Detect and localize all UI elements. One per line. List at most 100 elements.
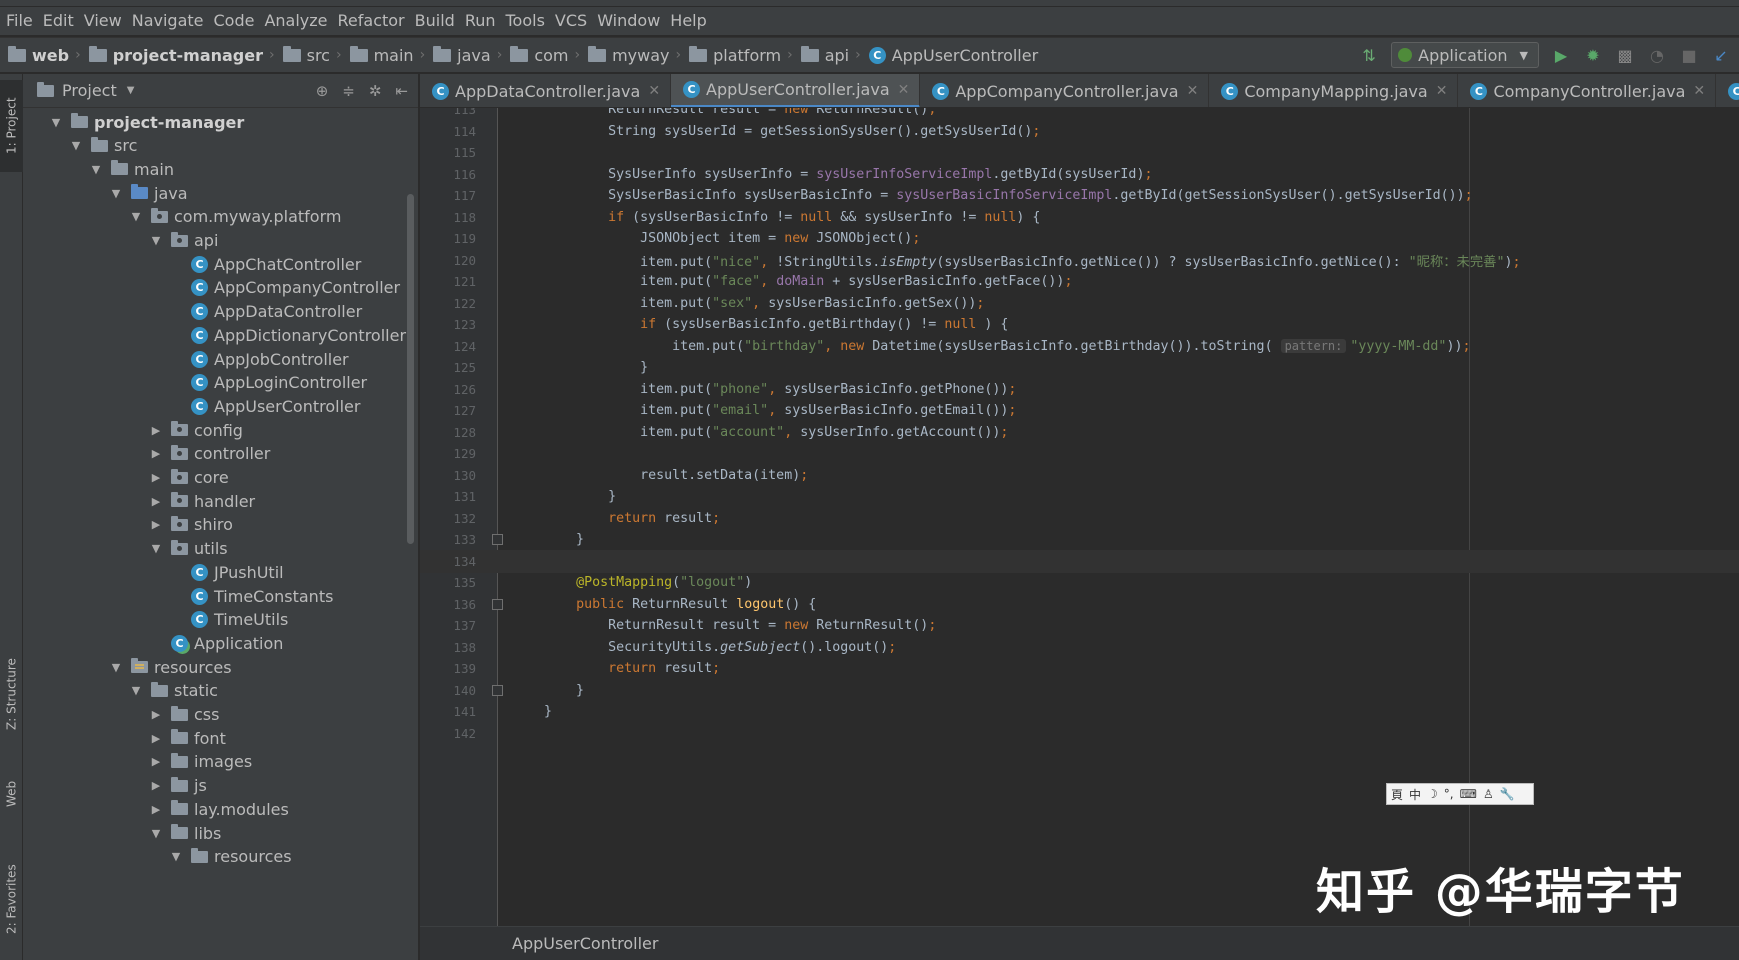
tree-node[interactable]: ▼ resources [169, 844, 292, 870]
nav-crumb[interactable]: main › [349, 45, 434, 65]
code-line[interactable]: 137 ReturnResult result = new ReturnResu… [420, 614, 936, 638]
tree-node[interactable]: ▶ css [149, 702, 220, 728]
web-tool-tab[interactable]: Web [0, 764, 23, 824]
locate-icon[interactable]: ⊕ [316, 82, 329, 100]
tree-node[interactable]: C JPushUtil [169, 559, 284, 585]
tree-node[interactable]: C TimeUtils [169, 607, 288, 633]
code-line[interactable]: 131 } [420, 485, 616, 509]
tree-node[interactable]: ▼ libs [149, 820, 222, 846]
editor-tab[interactable]: C CompanyController.java ✕ [1458, 74, 1717, 107]
nav-crumb[interactable]: web › [8, 45, 89, 65]
project-panel-title[interactable]: Project [62, 81, 117, 100]
ime-button[interactable]: °, [1444, 787, 1454, 801]
collapse-arrow-icon[interactable]: ▶ [149, 495, 163, 508]
vcs-update-icon[interactable]: ↙ [1711, 45, 1731, 65]
tree-node[interactable]: ▶ images [149, 749, 252, 775]
editor-tab[interactable]: C AppCompanyController.java ✕ [920, 74, 1210, 107]
nav-crumb[interactable]: com › [510, 45, 588, 65]
close-icon[interactable]: ✕ [648, 83, 660, 99]
gear-icon[interactable]: ✲ [369, 82, 382, 100]
tree-node[interactable]: ▼ utils [149, 536, 228, 562]
code-line[interactable]: 119 JSONObject item = new JSONObject(); [420, 227, 920, 251]
code-line[interactable]: 135 @PostMapping("logout") [420, 571, 752, 595]
menu-file[interactable]: File [4, 7, 41, 35]
expand-arrow-icon[interactable]: ▼ [149, 827, 163, 840]
editor-tab[interactable]: C AppUserController.java ✕ [671, 74, 921, 107]
menu-code[interactable]: Code [212, 7, 263, 35]
build-icon[interactable]: ⇅ [1359, 45, 1379, 65]
code-line[interactable]: 122 item.put("sex", sysUserBasicInfo.get… [420, 292, 984, 316]
collapse-arrow-icon[interactable]: ▶ [149, 518, 163, 531]
tree-node[interactable]: C AppDictionaryController [169, 322, 406, 348]
menu-tools[interactable]: Tools [504, 7, 553, 35]
project-tool-tab[interactable]: 1: Project [0, 80, 23, 172]
nav-crumb[interactable]: platform › [689, 45, 801, 65]
code-line[interactable]: 123 if (sysUserBasicInfo.getBirthday() !… [420, 313, 1008, 337]
code-line[interactable]: 130 result.setData(item); [420, 464, 808, 488]
code-line[interactable]: 116 SysUserInfo sysUserInfo = sysUserInf… [420, 163, 1152, 187]
tree-node[interactable]: ▼ main [89, 156, 174, 182]
code-line[interactable]: 128 item.put("account", sysUserInfo.getA… [420, 421, 1008, 445]
code-line[interactable]: 121 item.put("face", doMain + sysUserBas… [420, 270, 1072, 294]
code-line[interactable]: 125 } [420, 356, 648, 380]
tree-node[interactable]: ▶ font [149, 725, 226, 751]
nav-crumb[interactable]: src › [282, 45, 350, 65]
nav-crumb[interactable]: api › [800, 45, 869, 65]
ime-button[interactable]: ♙ [1483, 787, 1494, 801]
tree-node[interactable]: C AppChatController [169, 251, 361, 277]
expand-arrow-icon[interactable]: ▼ [149, 542, 163, 555]
code-line[interactable]: 118 if (sysUserBasicInfo != null && sysU… [420, 206, 1040, 230]
editor-tab[interactable]: C CompanyMapping.java ✕ [1209, 74, 1459, 107]
code-line[interactable]: 132 return result; [420, 507, 720, 531]
code-line[interactable]: 124 item.put("birthday", new Datetime(sy… [420, 335, 1470, 359]
collapse-arrow-icon[interactable]: ▶ [149, 732, 163, 745]
tree-scrollbar[interactable] [407, 194, 414, 544]
editor-tab[interactable]: C AppDataController.java ✕ [420, 74, 672, 107]
ime-button[interactable]: 🔧 [1500, 787, 1515, 801]
tree-node[interactable]: ▼ java [109, 180, 188, 206]
code-line[interactable]: 117 SysUserBasicInfo sysUserBasicInfo = … [420, 184, 1472, 208]
menu-vcs[interactable]: VCS [553, 7, 595, 35]
ime-button[interactable]: 中 [1409, 786, 1421, 803]
code-line[interactable]: 134 [420, 549, 1739, 574]
tree-node[interactable]: ▶ lay.modules [149, 796, 289, 822]
menu-view[interactable]: View [82, 7, 130, 35]
run-icon[interactable]: ▶ [1551, 45, 1571, 65]
expand-arrow-icon[interactable]: ▼ [129, 210, 143, 223]
tree-node[interactable]: ▼ com.myway.platform [129, 204, 342, 230]
editor-tab[interactable]: CReturnResul [1716, 74, 1739, 107]
code-line[interactable]: 115 [420, 141, 544, 165]
tree-node[interactable]: ▼ resources [109, 654, 232, 680]
tree-node[interactable]: ▶ handler [149, 488, 255, 514]
menu-help[interactable]: Help [668, 7, 714, 35]
close-icon[interactable]: ✕ [1436, 83, 1448, 99]
tree-node[interactable]: ▼ api [149, 228, 219, 254]
expand-arrow-icon[interactable]: ▼ [49, 116, 63, 129]
nav-crumb[interactable]: java › [433, 45, 510, 65]
tree-node[interactable]: ▶ js [149, 773, 207, 799]
code-line[interactable]: 127 item.put("email", sysUserBasicInfo.g… [420, 399, 1016, 423]
code-editor[interactable]: 113 ReturnResult result = new ReturnResu… [420, 108, 1739, 926]
fold-end-icon[interactable] [492, 534, 503, 545]
tree-node[interactable]: C AppJobController [169, 346, 349, 372]
expand-arrow-icon[interactable]: ▼ [109, 661, 123, 674]
tree-node[interactable]: C AppUserController [169, 393, 360, 419]
nav-crumb[interactable]: myway › [588, 45, 689, 65]
tree-node[interactable]: C AppCompanyController [169, 275, 400, 301]
profile-icon[interactable]: ◔ [1647, 45, 1667, 65]
close-icon[interactable]: ✕ [1187, 83, 1199, 99]
collapse-arrow-icon[interactable]: ▶ [149, 755, 163, 768]
ime-button[interactable]: ☽ [1427, 787, 1438, 801]
menu-refactor[interactable]: Refactor [336, 7, 413, 35]
run-config-selector[interactable]: Application ▼ [1391, 42, 1539, 68]
nav-crumb[interactable]: project-manager › [88, 45, 283, 65]
tree-node[interactable]: ▶ config [149, 417, 243, 443]
breadcrumb-class[interactable]: AppUserController [512, 934, 658, 953]
stop-icon[interactable]: ■ [1679, 45, 1699, 65]
chevron-down-icon[interactable]: ▼ [127, 85, 135, 96]
coverage-icon[interactable]: ▩ [1615, 45, 1635, 65]
tree-node[interactable]: ▼ src [69, 133, 138, 159]
code-line[interactable]: 141 } [420, 700, 552, 724]
collapse-arrow-icon[interactable]: ▶ [149, 424, 163, 437]
expand-arrow-icon[interactable]: ▼ [169, 850, 183, 863]
